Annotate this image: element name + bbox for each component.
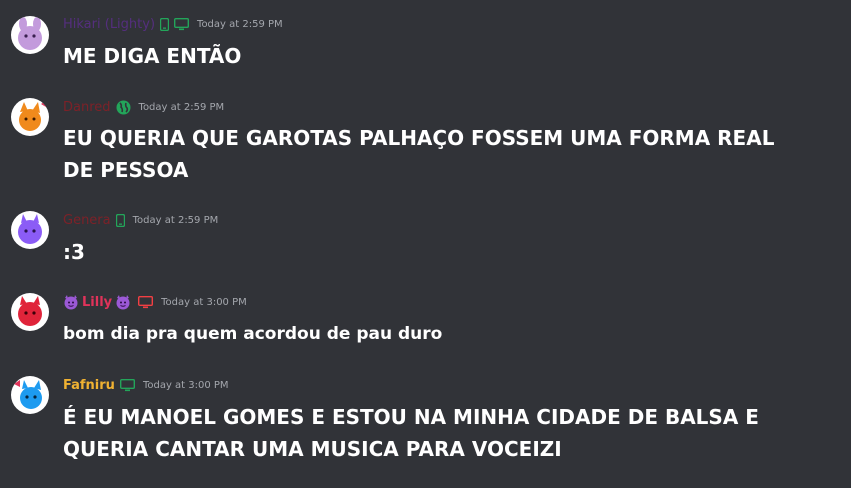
desktop-icon	[119, 378, 135, 392]
message-header: Lilly Today at 3:00 PM	[63, 292, 247, 312]
globe-icon	[116, 100, 131, 115]
username[interactable]: Fafniru	[63, 378, 115, 393]
avatar[interactable]	[11, 16, 49, 54]
avatar[interactable]	[11, 293, 49, 331]
blue-creature-avatar-icon	[14, 380, 42, 409]
username[interactable]: Danred	[63, 100, 111, 115]
message-content: ME DIGA ENTÃO	[63, 44, 242, 68]
message-content: bom dia pra quem acordou de pau duro	[63, 324, 443, 344]
message-header: Genera Today at 2:59 PM	[63, 210, 218, 230]
username[interactable]: Lilly	[82, 295, 112, 310]
message-content: :3	[63, 240, 85, 264]
timestamp[interactable]: Today at 3:00 PM	[161, 297, 247, 308]
timestamp[interactable]: Today at 2:59 PM	[197, 19, 283, 30]
timestamp[interactable]: Today at 3:00 PM	[143, 380, 229, 391]
message-content: EU QUERIA QUE GAROTAS PALHAÇO FOSSEM UMA…	[63, 126, 775, 182]
desktop-icon	[174, 17, 190, 31]
violet-creature-avatar-icon	[18, 214, 42, 244]
purple-devil-emote-icon	[63, 294, 79, 310]
orange-fox-avatar-icon	[19, 100, 47, 131]
message-content: É EU MANOEL GOMES E ESTOU NA MINHA CIDAD…	[63, 405, 759, 461]
avatar[interactable]	[11, 376, 49, 414]
username[interactable]: Genera	[63, 213, 111, 228]
timestamp[interactable]: Today at 2:59 PM	[133, 215, 219, 226]
avatar[interactable]	[11, 98, 49, 136]
avatar[interactable]	[11, 211, 49, 249]
mobile-icon	[160, 17, 170, 31]
message-header: Hikari (Lighty) Today at 2:59 PM	[63, 14, 283, 34]
red-creature-avatar-icon	[18, 296, 42, 326]
purple-devil-emote-icon	[115, 294, 131, 310]
message-header: Fafniru Today at 3:00 PM	[63, 375, 229, 395]
username[interactable]: Hikari (Lighty)	[63, 17, 155, 32]
purple-rabbit-avatar-icon	[18, 17, 42, 50]
mobile-icon	[115, 213, 125, 227]
timestamp[interactable]: Today at 2:59 PM	[139, 102, 225, 113]
message-header: Danred Today at 2:59 PM	[63, 97, 224, 117]
desktop-icon	[138, 295, 154, 309]
